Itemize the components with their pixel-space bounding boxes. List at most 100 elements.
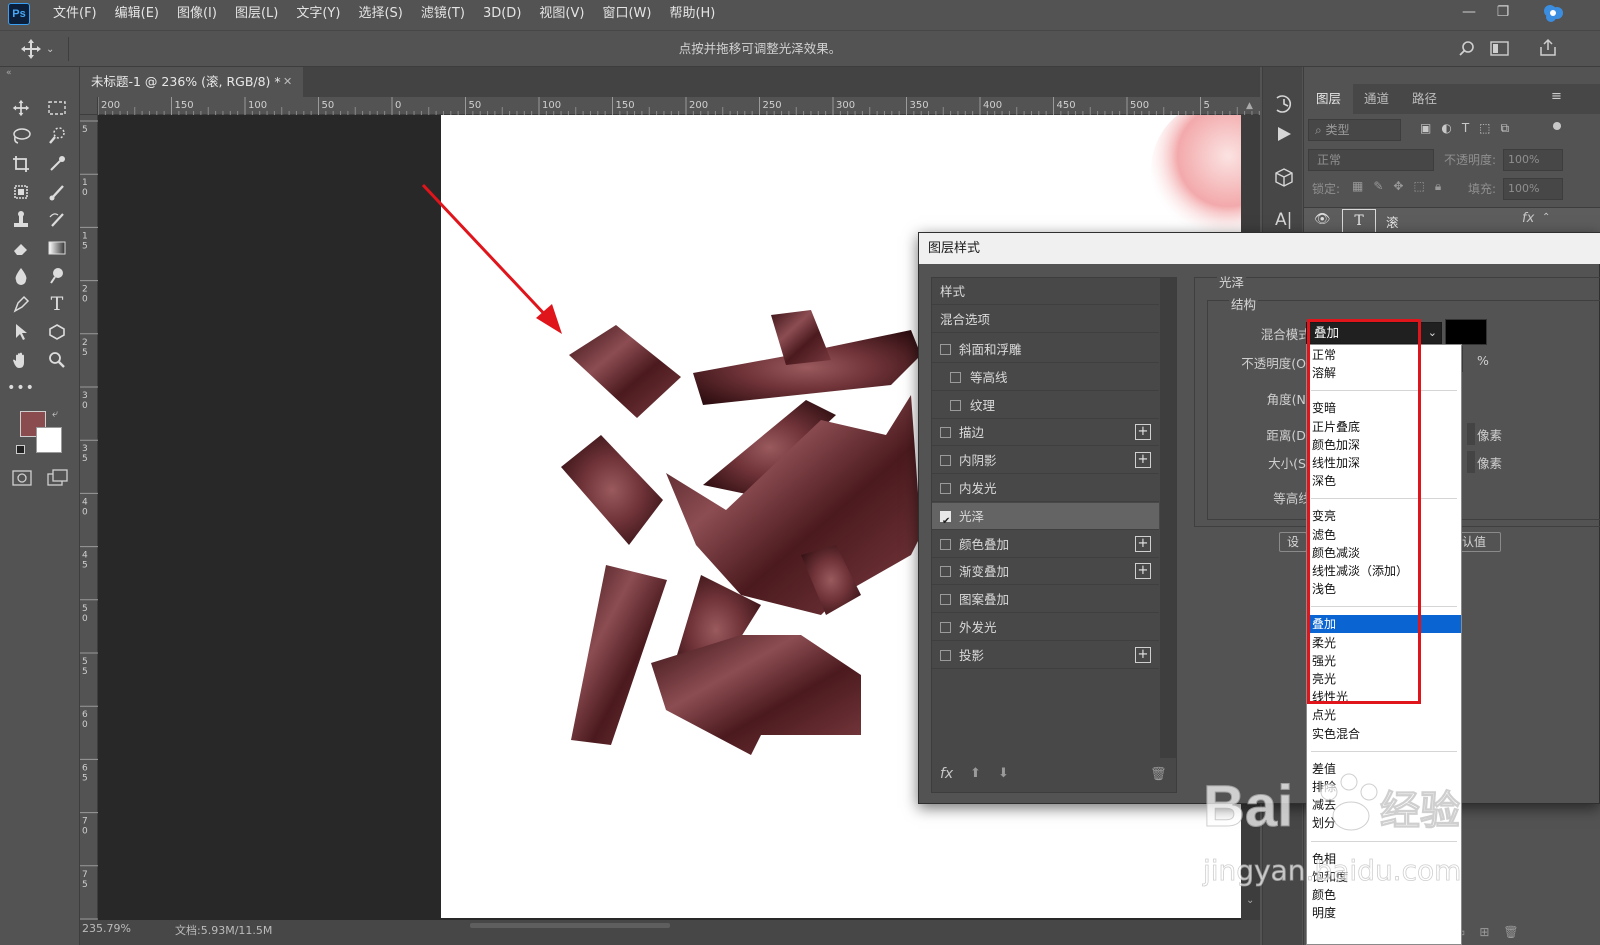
zoom-tool-icon[interactable] xyxy=(42,347,72,373)
add-style-icon[interactable]: + xyxy=(1135,646,1151,663)
eraser-tool-icon[interactable] xyxy=(6,235,36,261)
eyedropper-tool-icon[interactable] xyxy=(42,151,72,177)
workspace-icon[interactable] xyxy=(1490,40,1510,58)
add-style-icon[interactable]: + xyxy=(1135,563,1151,580)
style-list-scrollbar[interactable] xyxy=(1160,278,1176,758)
type-tool-icon[interactable]: T xyxy=(42,291,72,317)
menu-item[interactable]: 文件(F) xyxy=(44,0,106,28)
collapse-effects-icon[interactable]: ⌃ xyxy=(1542,212,1550,223)
add-effect-icon[interactable]: fx xyxy=(940,766,953,782)
blend-option[interactable]: 减去 xyxy=(1307,796,1461,814)
layer-row[interactable]: 👁︎ T 滚 fx ⌃ xyxy=(1304,207,1600,233)
style-item[interactable]: 描边 + xyxy=(932,419,1159,447)
layer-blend-select[interactable]: 正常 xyxy=(1308,149,1434,171)
layer-name[interactable]: 滚 xyxy=(1386,212,1399,231)
restore-button[interactable]: ❐ xyxy=(1486,0,1520,24)
screen-mode-icon[interactable] xyxy=(46,469,68,487)
more-tools-icon[interactable]: ••• xyxy=(6,375,36,401)
blend-option[interactable]: 差值 xyxy=(1307,760,1461,778)
move-tool-icon[interactable] xyxy=(6,95,36,121)
frame-tool-icon[interactable] xyxy=(6,179,36,205)
collapse-icon[interactable]: « xyxy=(6,68,12,78)
blend-option[interactable]: 明度 xyxy=(1307,904,1461,922)
shape-filter-icon[interactable]: ⬚ xyxy=(1479,121,1490,136)
lasso-tool-icon[interactable] xyxy=(6,123,36,149)
layer-effects-icon[interactable]: fx xyxy=(1522,211,1534,226)
lock-artboard-icon[interactable]: ⬚ xyxy=(1413,179,1424,194)
menu-item[interactable]: 文字(Y) xyxy=(287,0,349,28)
add-style-icon[interactable]: + xyxy=(1135,535,1151,552)
tab-channels[interactable]: 通道 xyxy=(1352,84,1401,114)
zoom-readout[interactable]: 235.79% xyxy=(82,922,131,935)
smart-object-filter-icon[interactable]: ⧉ xyxy=(1501,121,1510,136)
style-checkbox[interactable] xyxy=(950,371,961,383)
tab-layers[interactable]: 图层 xyxy=(1304,84,1354,114)
blend-option[interactable]: 点光 xyxy=(1307,706,1461,724)
delete-effect-icon[interactable]: 🗑︎ xyxy=(1150,767,1167,782)
scroll-up-icon[interactable]: ▲ xyxy=(1246,101,1253,111)
style-checkbox[interactable] xyxy=(940,455,951,467)
styles-header[interactable]: 样式 xyxy=(932,278,1159,305)
menu-item[interactable]: 视图(V) xyxy=(530,0,593,28)
blend-options-item[interactable]: 混合选项 xyxy=(932,306,1159,333)
pen-tool-icon[interactable] xyxy=(6,291,36,317)
new-layer-icon[interactable]: ⊞ xyxy=(1479,925,1489,939)
layer-opacity-field[interactable]: 100% xyxy=(1503,149,1563,171)
style-checkbox[interactable] xyxy=(950,399,961,411)
style-item[interactable]: 斜面和浮雕 xyxy=(932,336,1159,363)
background-color-swatch[interactable] xyxy=(36,427,62,453)
blend-option[interactable]: 实色混合 xyxy=(1307,725,1461,743)
swap-colors-icon[interactable]: ⤶ xyxy=(52,407,58,421)
blur-tool-icon[interactable] xyxy=(6,263,36,289)
marquee-tool-icon[interactable] xyxy=(42,95,72,121)
scroll-down-icon[interactable]: ⌄ xyxy=(1246,895,1254,906)
style-item[interactable]: 投影 + xyxy=(932,642,1159,669)
style-item[interactable]: 外发光 xyxy=(932,614,1159,641)
distance-input[interactable] xyxy=(1467,423,1475,445)
default-colors-icon[interactable] xyxy=(16,445,25,454)
lock-all-icon[interactable]: 🔒︎ xyxy=(1435,179,1441,194)
menu-item[interactable]: 窗口(W) xyxy=(593,0,660,28)
lock-transparent-icon[interactable]: ▦ xyxy=(1352,179,1363,194)
dodge-tool-icon[interactable] xyxy=(42,263,72,289)
style-checkbox[interactable] xyxy=(940,594,951,606)
history-icon[interactable] xyxy=(1273,93,1295,115)
style-item[interactable]: 内阴影 + xyxy=(932,447,1159,475)
blend-option[interactable]: 排除 xyxy=(1307,778,1461,796)
style-item[interactable]: 内发光 xyxy=(932,475,1159,502)
lock-paint-icon[interactable]: ✎ xyxy=(1373,179,1383,194)
quick-select-tool-icon[interactable] xyxy=(42,123,72,149)
style-checkbox[interactable] xyxy=(940,483,951,494)
gradient-tool-icon[interactable] xyxy=(42,235,72,261)
add-style-icon[interactable]: + xyxy=(1135,424,1151,441)
style-item[interactable]: 颜色叠加 + xyxy=(932,531,1159,558)
filter-toggle-icon[interactable] xyxy=(1553,122,1561,130)
menu-item[interactable]: 3D(D) xyxy=(474,0,530,28)
character-icon[interactable]: A| xyxy=(1275,210,1292,230)
menu-item[interactable]: 图像(I) xyxy=(168,0,226,28)
play-icon[interactable] xyxy=(1275,125,1293,143)
menu-item[interactable]: 滤镜(T) xyxy=(412,0,474,28)
menu-item[interactable]: 选择(S) xyxy=(349,0,411,28)
style-checkbox[interactable] xyxy=(940,538,951,550)
move-up-icon[interactable]: ⬆ xyxy=(970,766,981,781)
pixel-filter-icon[interactable]: ▣ xyxy=(1420,121,1431,136)
blend-option[interactable]: 饱和度 xyxy=(1307,868,1461,886)
style-item[interactable]: 纹理 xyxy=(932,392,1159,419)
document-tab[interactable]: 未标题-1 @ 236% (滚, RGB/8) * ✕ xyxy=(80,67,303,97)
blend-option[interactable]: 色相 xyxy=(1307,850,1461,868)
close-tab-icon[interactable]: ✕ xyxy=(283,67,292,97)
style-checkbox[interactable]: ✔ xyxy=(940,510,951,527)
add-style-icon[interactable]: + xyxy=(1135,452,1151,469)
hand-tool-icon[interactable] xyxy=(6,347,36,373)
blend-option[interactable]: 划分 xyxy=(1307,814,1461,832)
search-icon[interactable] xyxy=(1458,40,1476,58)
brush-tool-icon[interactable] xyxy=(42,179,72,205)
horizontal-ruler[interactable]: 200 150 100 50 0 50 100 150 200 250 300 350 400 450 50… xyxy=(98,97,1260,115)
history-brush-tool-icon[interactable] xyxy=(42,207,72,233)
panel-menu-icon[interactable]: ≡ xyxy=(1551,89,1562,104)
lock-position-icon[interactable]: ✥ xyxy=(1393,179,1403,194)
adjustment-filter-icon[interactable]: ◐ xyxy=(1441,121,1451,136)
style-checkbox[interactable] xyxy=(940,427,951,439)
style-item[interactable]: 图案叠加 xyxy=(932,586,1159,614)
